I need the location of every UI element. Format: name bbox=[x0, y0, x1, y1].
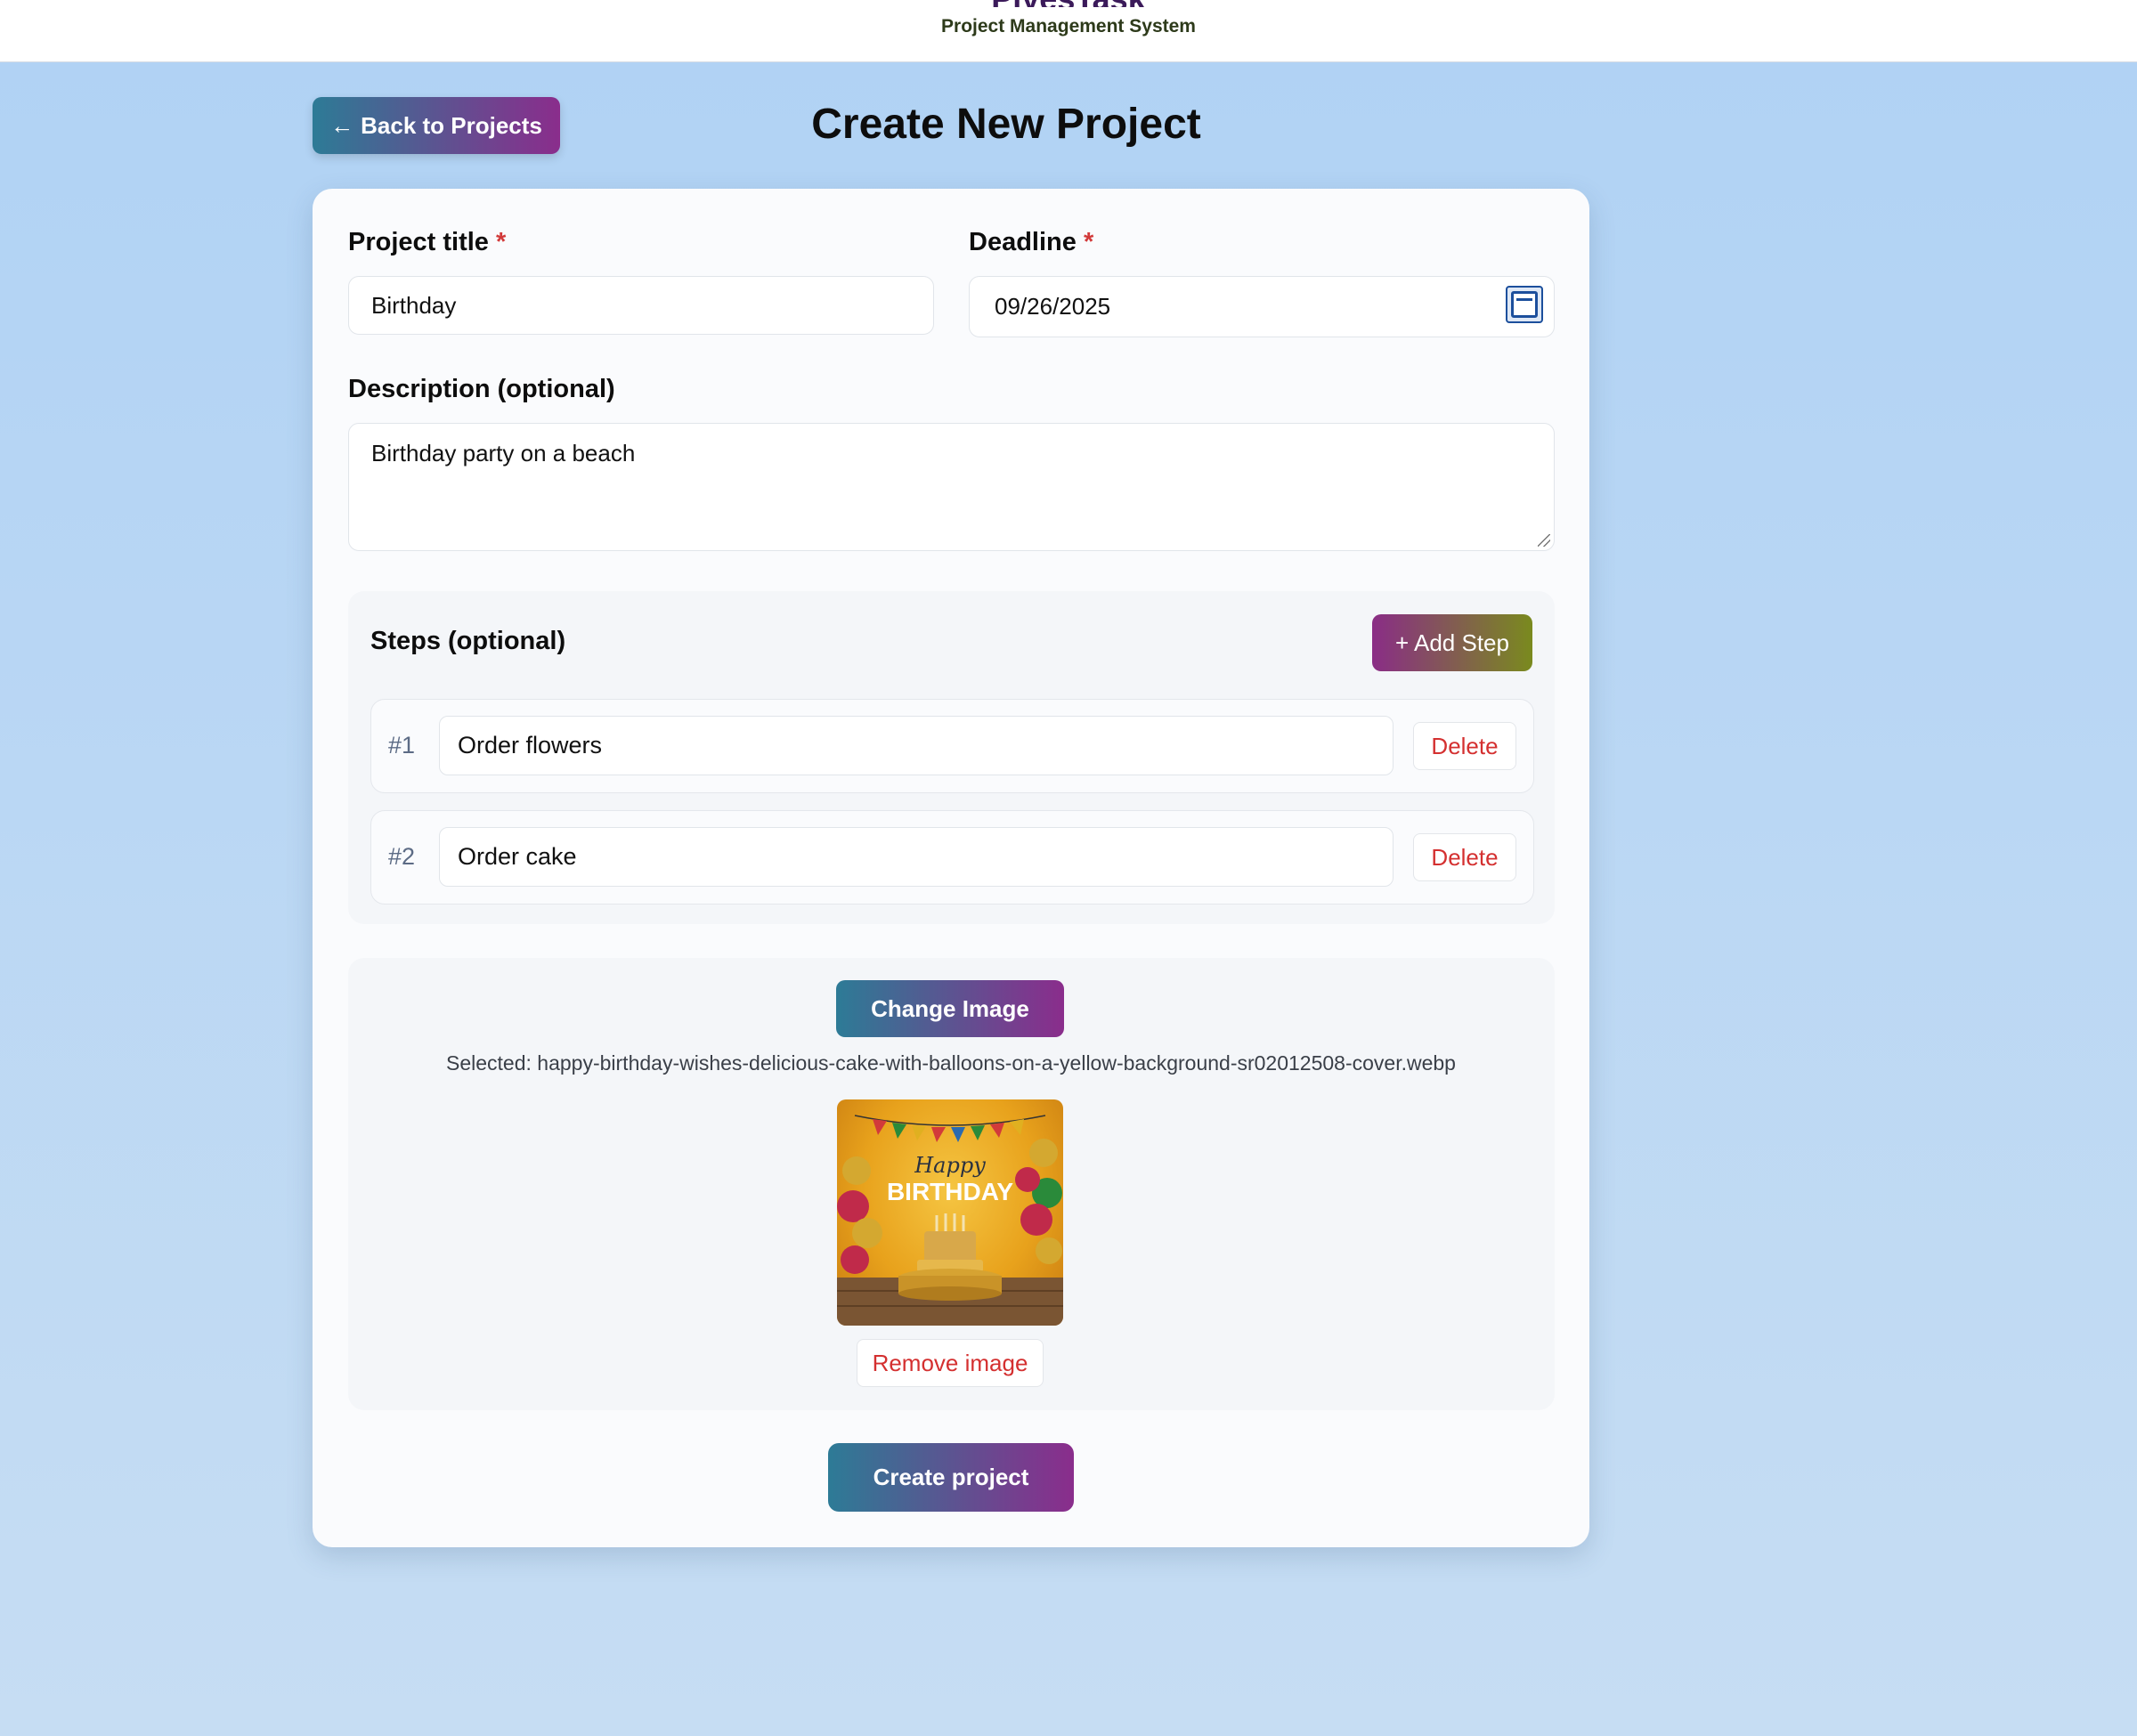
deadline-label: Deadline * bbox=[969, 228, 1093, 257]
project-title-value: Birthday bbox=[371, 291, 457, 319]
back-button-label: Back to Projects bbox=[361, 111, 542, 139]
delete-step-button[interactable]: Delete bbox=[1413, 833, 1516, 881]
description-label: Description (optional) bbox=[348, 375, 615, 403]
create-project-button[interactable]: Create project bbox=[828, 1443, 1074, 1512]
required-marker: * bbox=[1083, 228, 1094, 256]
step-input[interactable]: Order flowers bbox=[439, 716, 1394, 775]
step-number: #2 bbox=[388, 843, 416, 870]
create-project-form: Project title * Birthday Deadline * 09/2… bbox=[313, 189, 1589, 1547]
description-textarea[interactable]: Birthday party on a beach bbox=[348, 423, 1555, 551]
delete-step-button[interactable]: Delete bbox=[1413, 722, 1516, 770]
back-to-projects-button[interactable]: ← Back to Projects bbox=[313, 97, 560, 154]
resize-grip-icon[interactable] bbox=[1538, 534, 1550, 547]
top-header: PlyesTask Project Management System bbox=[0, 0, 2137, 62]
page-title: Create New Project bbox=[811, 101, 1201, 148]
deadline-label-text: Deadline bbox=[969, 228, 1077, 256]
project-title-input[interactable]: Birthday bbox=[348, 276, 934, 335]
thumb-birthday-text: BIRTHDAY bbox=[887, 1178, 1013, 1205]
description-value: Birthday party on a beach bbox=[371, 440, 636, 466]
required-marker: * bbox=[496, 228, 507, 256]
deadline-value: 09/26/2025 bbox=[995, 293, 1111, 320]
step-row: #1 Order flowers Delete bbox=[370, 699, 1534, 793]
step-row: #2 Order cake Delete bbox=[370, 810, 1534, 905]
arrow-left-icon: ← bbox=[330, 111, 354, 139]
header-subtitle: Project Management System bbox=[941, 16, 1196, 37]
image-panel: Change Image Selected: happy-birthday-wi… bbox=[348, 958, 1555, 1410]
image-preview: Happy BIRTHDAY bbox=[837, 1099, 1063, 1326]
deadline-input[interactable]: 09/26/2025 bbox=[969, 276, 1555, 337]
birthday-image-illustration: Happy BIRTHDAY bbox=[837, 1115, 1063, 1326]
thumb-happy-text: Happy bbox=[914, 1153, 986, 1178]
selected-file-text: Selected: happy-birthday-wishes-deliciou… bbox=[446, 1051, 1456, 1075]
add-step-button[interactable]: + Add Step bbox=[1372, 614, 1532, 671]
step-number: #1 bbox=[388, 732, 416, 758]
step-input[interactable]: Order cake bbox=[439, 827, 1394, 887]
brand-logo: PlyesTask bbox=[0, 0, 2137, 7]
steps-heading: Steps (optional) bbox=[370, 627, 566, 655]
remove-image-button[interactable]: Remove image bbox=[857, 1339, 1044, 1387]
step-value: Order flowers bbox=[458, 732, 603, 758]
step-value: Order cake bbox=[458, 843, 577, 870]
change-image-button[interactable]: Change Image bbox=[836, 980, 1064, 1037]
steps-panel: Steps (optional) + Add Step #1 Order flo… bbox=[348, 591, 1555, 924]
project-title-label-text: Project title bbox=[348, 228, 489, 256]
calendar-icon[interactable] bbox=[1506, 286, 1543, 323]
project-title-label: Project title * bbox=[348, 228, 506, 257]
